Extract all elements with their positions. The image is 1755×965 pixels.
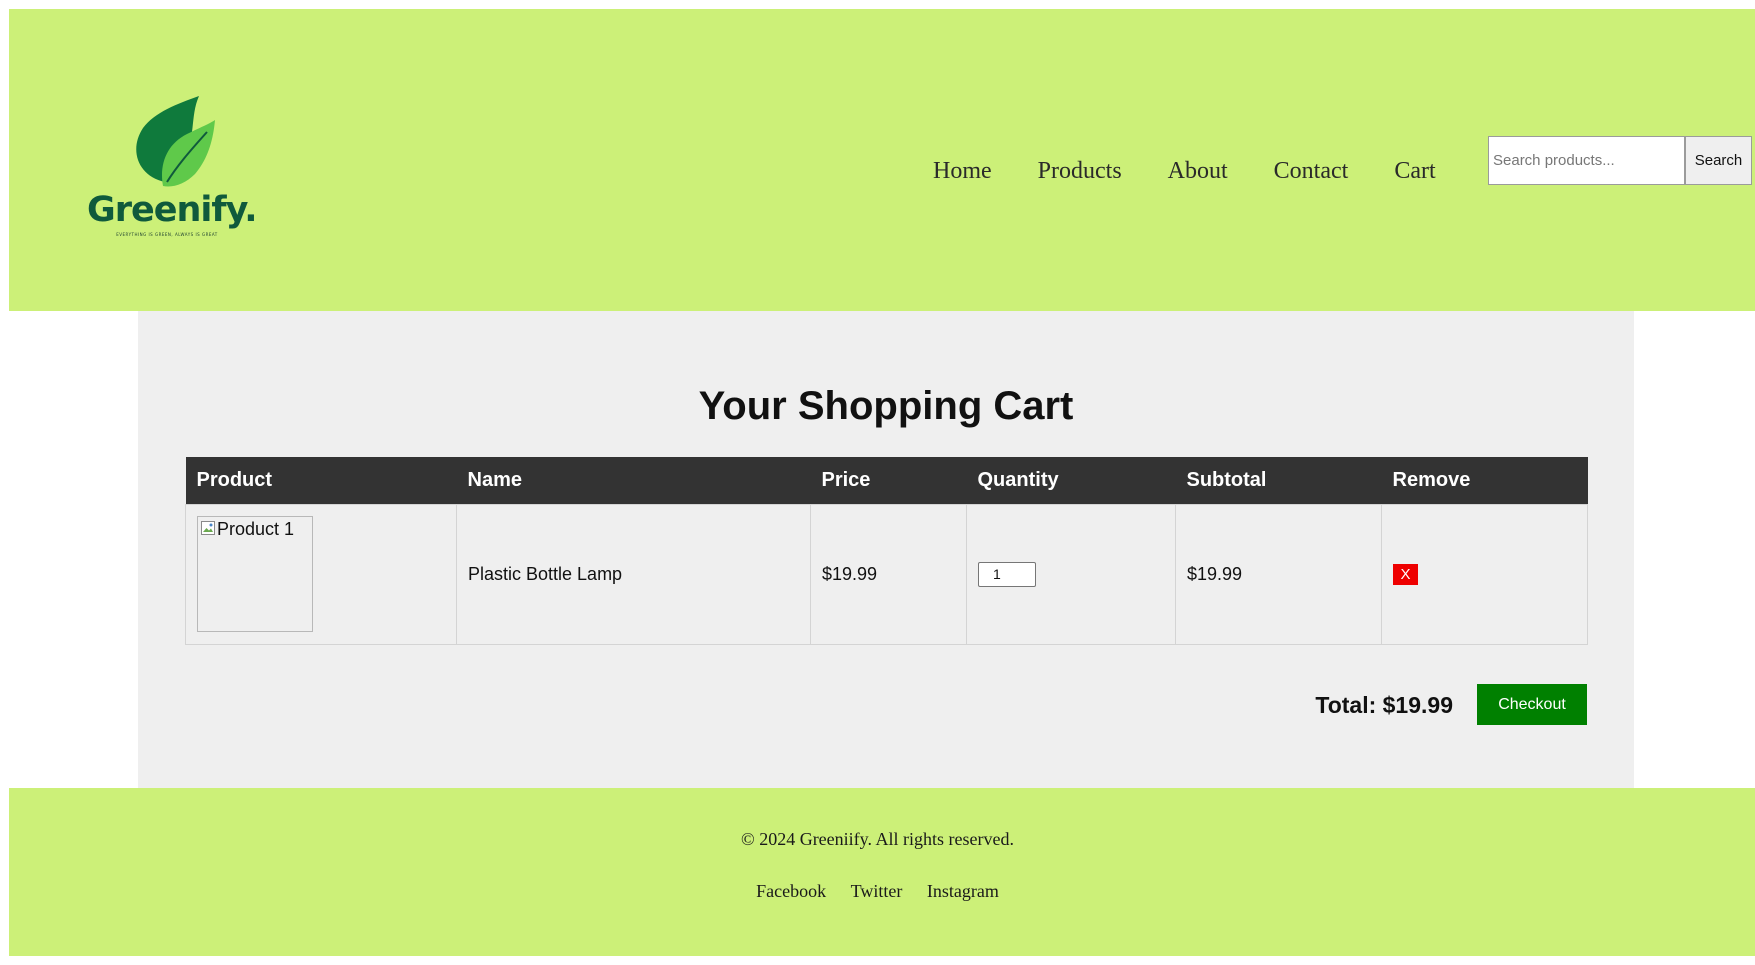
- nav-link-about[interactable]: About: [1168, 158, 1228, 185]
- leaf-logo-icon: [136, 96, 215, 187]
- copyright-text: © 2024 Greeniify. All rights reserved.: [741, 829, 1014, 849]
- product-image: Product 1: [197, 516, 313, 632]
- site-footer: [9, 788, 1755, 956]
- product-image-alt-text: Product 1: [217, 519, 295, 539]
- facebook-link[interactable]: Facebook: [756, 881, 826, 901]
- column-header-name: Name: [456, 457, 811, 504]
- nav-link-contact[interactable]: Contact: [1274, 158, 1349, 185]
- social-links: Facebook Twitter Instagram: [0, 881, 1755, 902]
- remove-item-button[interactable]: X: [1393, 564, 1418, 585]
- instagram-link[interactable]: Instagram: [927, 881, 999, 901]
- search-input[interactable]: [1488, 136, 1685, 185]
- checkout-button[interactable]: Checkout: [1477, 684, 1587, 725]
- remove-cell: X: [1381, 503, 1588, 645]
- main-nav: Home Products About Contact Cart: [933, 151, 1436, 191]
- column-header-quantity: Quantity: [966, 457, 1176, 504]
- nav-link-products[interactable]: Products: [1038, 158, 1122, 185]
- column-header-product: Product: [185, 457, 457, 504]
- search-button[interactable]: Search: [1685, 136, 1752, 185]
- nav-link-cart[interactable]: Cart: [1394, 158, 1435, 185]
- table-row: Product 1 Plastic Bottle Lamp $19.99 $19…: [185, 503, 1588, 645]
- page-title: Your Shopping Cart: [698, 384, 1074, 428]
- cart-total: Total: $19.99: [1315, 692, 1453, 718]
- twitter-link[interactable]: Twitter: [851, 881, 903, 901]
- cart-section: Your Shopping Cart Product Name Price Qu…: [138, 311, 1634, 788]
- brand-logo[interactable]: Greenify. EVERYTHING IS GREEN, ALWAYS IS…: [87, 94, 258, 244]
- quantity-input[interactable]: [978, 561, 1036, 587]
- column-header-remove: Remove: [1381, 457, 1588, 504]
- brand-wordmark: Greenify.: [87, 190, 258, 230]
- table-header-row: Product Name Price Quantity Subtotal Rem…: [185, 457, 1588, 504]
- product-subtotal: $19.99: [1175, 503, 1382, 645]
- brand-tagline: EVERYTHING IS GREEN, ALWAYS IS GREAT: [116, 232, 218, 237]
- broken-image-icon: [201, 521, 215, 535]
- column-header-subtotal: Subtotal: [1175, 457, 1382, 504]
- cart-table: Product Name Price Quantity Subtotal Rem…: [185, 457, 1588, 645]
- quantity-cell: [966, 503, 1176, 645]
- column-header-price: Price: [810, 457, 967, 504]
- product-price: $19.99: [810, 503, 967, 645]
- nav-link-home[interactable]: Home: [933, 158, 992, 185]
- product-image-cell: Product 1: [185, 503, 457, 645]
- product-name: Plastic Bottle Lamp: [456, 503, 811, 645]
